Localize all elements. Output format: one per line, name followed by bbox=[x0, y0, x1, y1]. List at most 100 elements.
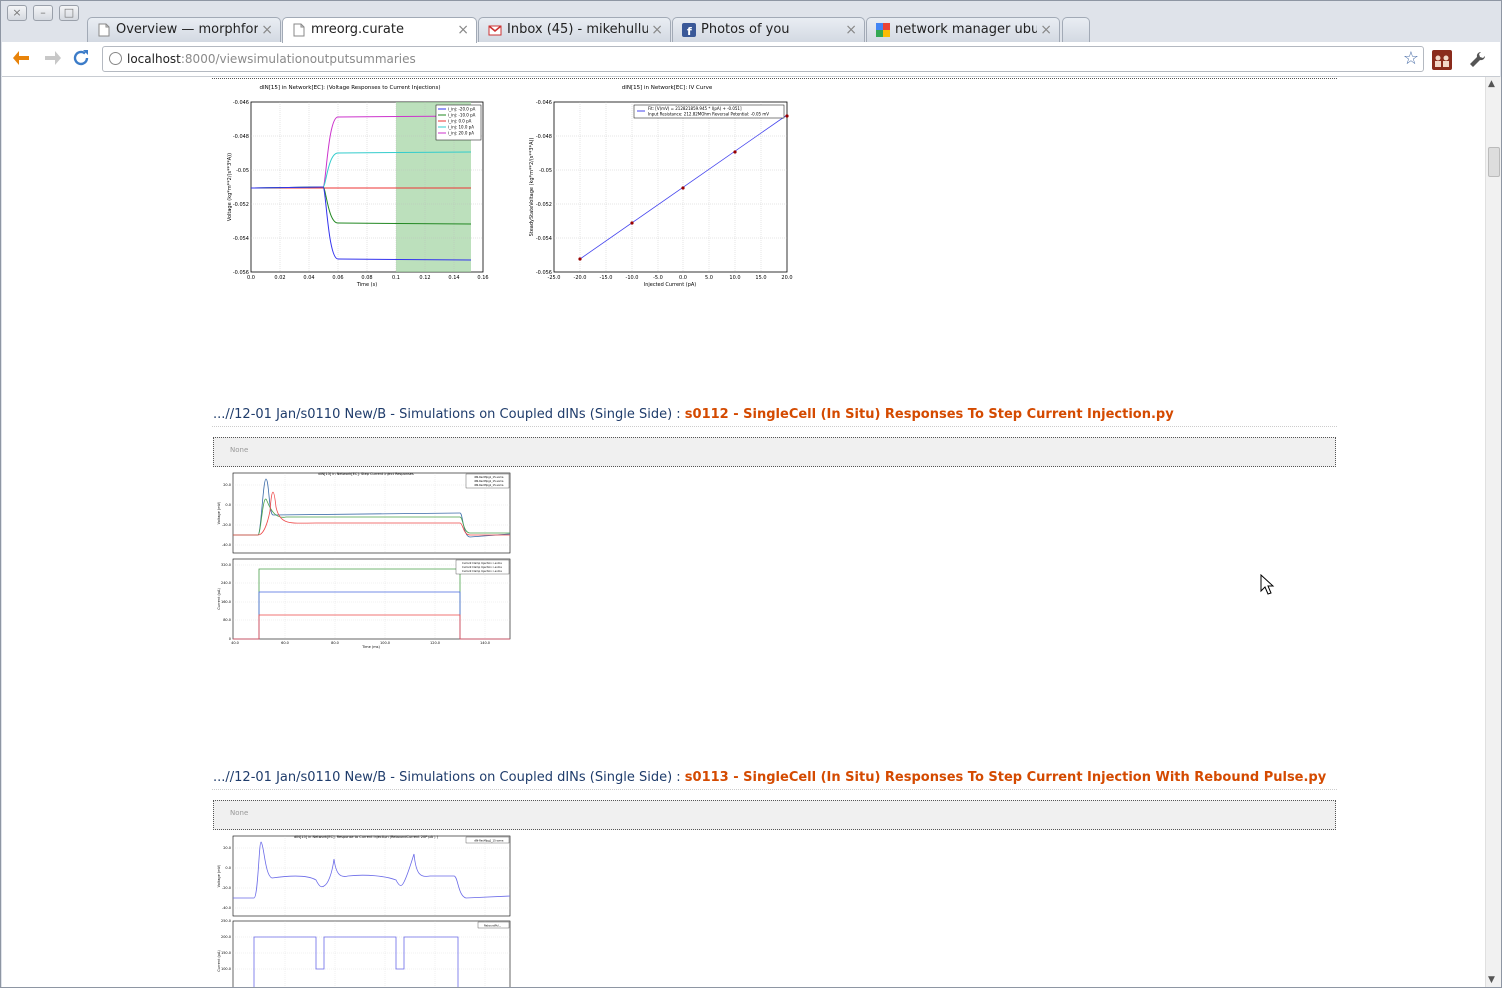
y-tick: -0.054 bbox=[233, 236, 249, 242]
y-tick: -0.048 bbox=[233, 134, 249, 140]
plot-title: dIN[15] in Network[EC]: Response to Curr… bbox=[294, 835, 439, 839]
divider bbox=[212, 426, 1337, 427]
tab-inbox[interactable]: Inbox (45) - mikehulluk × bbox=[478, 17, 671, 42]
y-axis-label: Voltage (mV) bbox=[217, 501, 221, 524]
section-path: ...//12-01 Jan/s0110 New/B - Simulations… bbox=[213, 407, 685, 422]
legend-item: Fit: [V(mV) = 212821859.945 * I(pA) + -0… bbox=[648, 106, 742, 111]
y-tick: -0.048 bbox=[536, 134, 552, 140]
wrench-icon[interactable] bbox=[1467, 50, 1487, 70]
notes-text: None bbox=[230, 809, 249, 817]
toolbar: localhost:8000/viewsimulationoutputsumma… bbox=[2, 42, 1500, 77]
rebound-current-plot: 250.0 200.0 150.0 100.0 Current (pA) Reb… bbox=[216, 919, 512, 987]
step-voltage-plot: dIN[15] in Network[EC]: Step Current Inj… bbox=[216, 471, 512, 555]
tab-label: mreorg.curate bbox=[311, 22, 404, 37]
legend-item: dIN-RecMlpg1_15-soma bbox=[474, 475, 504, 479]
x-tick: 0.02 bbox=[274, 275, 285, 281]
back-button[interactable] bbox=[10, 47, 34, 71]
legend-item: dIN-RecMlpg1_15-soma bbox=[474, 483, 504, 487]
x-tick: -10.0 bbox=[626, 275, 639, 281]
svg-text:f: f bbox=[687, 25, 692, 37]
x-tick: -15.0 bbox=[600, 275, 613, 281]
x-tick: 40.0 bbox=[231, 641, 239, 645]
tab-close-icon[interactable]: × bbox=[1040, 18, 1052, 42]
tab-close-icon[interactable]: × bbox=[457, 18, 469, 42]
tab-close-icon[interactable]: × bbox=[845, 18, 857, 42]
section-filename-link[interactable]: s0113 - SingleCell (In Situ) Responses T… bbox=[685, 770, 1326, 785]
y-tick: -0.052 bbox=[536, 202, 552, 208]
x-tick: 80.0 bbox=[331, 641, 339, 645]
scroll-down-arrow-icon[interactable]: ▼ bbox=[1488, 975, 1495, 985]
x-tick: 0.1 bbox=[392, 275, 400, 281]
y-tick: -0.056 bbox=[536, 270, 552, 276]
forward-arrow-icon bbox=[45, 51, 61, 65]
y-axis-label: Current (pA) bbox=[217, 588, 221, 610]
legend-item: i_inj: -20.0 pA bbox=[448, 107, 476, 112]
y-axis-label: Voltage (kg*m**2/(s**3*A)) bbox=[227, 153, 233, 221]
tab-label: Photos of you bbox=[701, 22, 790, 37]
x-tick: 0.06 bbox=[332, 275, 343, 281]
y-tick: 80.0 bbox=[223, 618, 231, 622]
y-tick: -0.054 bbox=[536, 236, 552, 242]
forward-button[interactable] bbox=[40, 47, 64, 71]
legend-item: dIN-RecMlpg1_15-soma bbox=[474, 839, 504, 843]
x-tick: 20.0 bbox=[781, 275, 792, 281]
page-icon bbox=[293, 23, 305, 37]
y-tick: -40.0 bbox=[222, 906, 231, 910]
extension-icon[interactable] bbox=[1432, 50, 1452, 70]
mouse-cursor-icon bbox=[1260, 574, 1275, 595]
tab-close-icon[interactable]: × bbox=[651, 18, 663, 42]
plot-title: dIN[15] in Network[EC]: IV Curve bbox=[622, 85, 713, 91]
y-tick: -20.0 bbox=[222, 523, 231, 527]
window-minimize-button[interactable]: – bbox=[33, 5, 53, 21]
section-title: ...//12-01 Jan/s0110 New/B - Simulations… bbox=[213, 407, 1174, 422]
x-tick: 0.04 bbox=[303, 275, 314, 281]
y-tick: 240.0 bbox=[221, 581, 231, 585]
x-axis-label: Time (s) bbox=[356, 282, 377, 288]
y-tick: -40.0 bbox=[222, 543, 231, 547]
y-axis-label: Voltage (mV) bbox=[217, 864, 221, 887]
y-tick: 20.0 bbox=[223, 846, 231, 850]
x-tick: 120.0 bbox=[430, 641, 440, 645]
x-axis-label: Time (ms) bbox=[361, 645, 380, 649]
globe-icon bbox=[109, 52, 122, 65]
tab-network-manager[interactable]: network manager ubun × bbox=[866, 17, 1060, 42]
y-tick: -0.05 bbox=[236, 168, 249, 174]
address-url: localhost:8000/viewsimulationoutputsumma… bbox=[127, 47, 416, 71]
tab-overview-morphforge[interactable]: Overview — morphforge × bbox=[87, 17, 281, 42]
x-tick: 0.16 bbox=[477, 275, 488, 281]
url-path: :8000/viewsimulationoutputsummaries bbox=[180, 52, 416, 66]
reload-button[interactable] bbox=[69, 47, 93, 71]
divider bbox=[212, 78, 1337, 79]
vertical-scrollbar[interactable]: ▲ ▼ bbox=[1485, 77, 1501, 987]
tab-label: network manager ubun bbox=[895, 22, 1037, 37]
legend-item: dIN-RecMlpg1_15-soma bbox=[474, 479, 504, 483]
y-tick: 160.0 bbox=[221, 600, 231, 604]
notes-box: None bbox=[213, 437, 1336, 467]
legend-item: ReboundPul... bbox=[484, 924, 501, 928]
y-axis-label: SteadyStateVoltage (kg*m**2/(s**3*A)) bbox=[529, 138, 535, 237]
window-maximize-button[interactable]: □ bbox=[59, 5, 79, 21]
tab-photos-of-you[interactable]: f Photos of you × bbox=[672, 17, 865, 42]
x-tick: 140.0 bbox=[480, 641, 490, 645]
address-bar[interactable]: localhost:8000/viewsimulationoutputsumma… bbox=[102, 46, 1424, 72]
section-title: ...//12-01 Jan/s0110 New/B - Simulations… bbox=[213, 770, 1326, 785]
scroll-up-arrow-icon[interactable]: ▲ bbox=[1488, 79, 1495, 89]
section-filename-link[interactable]: s0112 - SingleCell (In Situ) Responses T… bbox=[685, 407, 1174, 422]
tab-close-icon[interactable]: × bbox=[261, 18, 273, 42]
gmail-icon bbox=[488, 25, 502, 36]
y-tick: -0.056 bbox=[233, 270, 249, 276]
y-tick: -20.0 bbox=[222, 886, 231, 890]
facebook-icon: f bbox=[682, 23, 696, 37]
scrollbar-thumb[interactable] bbox=[1488, 147, 1500, 177]
window-close-button[interactable]: × bbox=[7, 5, 27, 21]
new-tab-button[interactable] bbox=[1062, 17, 1090, 42]
rebound-voltage-plot: dIN[15] in Network[EC]: Response to Curr… bbox=[216, 834, 512, 918]
bookmark-star-icon[interactable]: ☆ bbox=[1403, 48, 1419, 69]
tab-label: Overview — morphforge bbox=[116, 22, 258, 37]
x-tick: -20.0 bbox=[574, 275, 587, 281]
x-tick: 0.0 bbox=[679, 275, 687, 281]
y-tick: -0.052 bbox=[233, 202, 249, 208]
iv-curve-plot: dIN[15] in Network[EC]: IV Curve -25.0 -… bbox=[524, 81, 799, 291]
y-tick: 20.0 bbox=[223, 483, 231, 487]
tab-mreorg-curate[interactable]: mreorg.curate × bbox=[282, 17, 477, 43]
